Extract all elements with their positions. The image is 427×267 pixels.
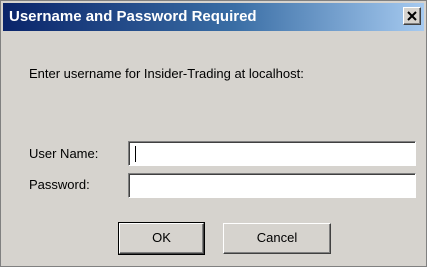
auth-prompt: Enter username for Insider-Trading at lo… (29, 66, 304, 81)
dialog-titlebar[interactable]: Username and Password Required (3, 3, 424, 31)
username-input[interactable] (128, 141, 416, 166)
dialog-title: Username and Password Required (9, 8, 257, 25)
auth-dialog: Username and Password Required Enter use… (0, 0, 427, 267)
username-label: User Name: (29, 146, 99, 161)
text-caret (135, 146, 136, 162)
password-input[interactable] (128, 173, 416, 198)
ok-button[interactable]: OK (118, 222, 205, 255)
close-button[interactable] (403, 7, 421, 25)
cancel-button[interactable]: Cancel (223, 223, 331, 254)
close-icon (407, 11, 417, 21)
password-label: Password: (29, 177, 90, 192)
